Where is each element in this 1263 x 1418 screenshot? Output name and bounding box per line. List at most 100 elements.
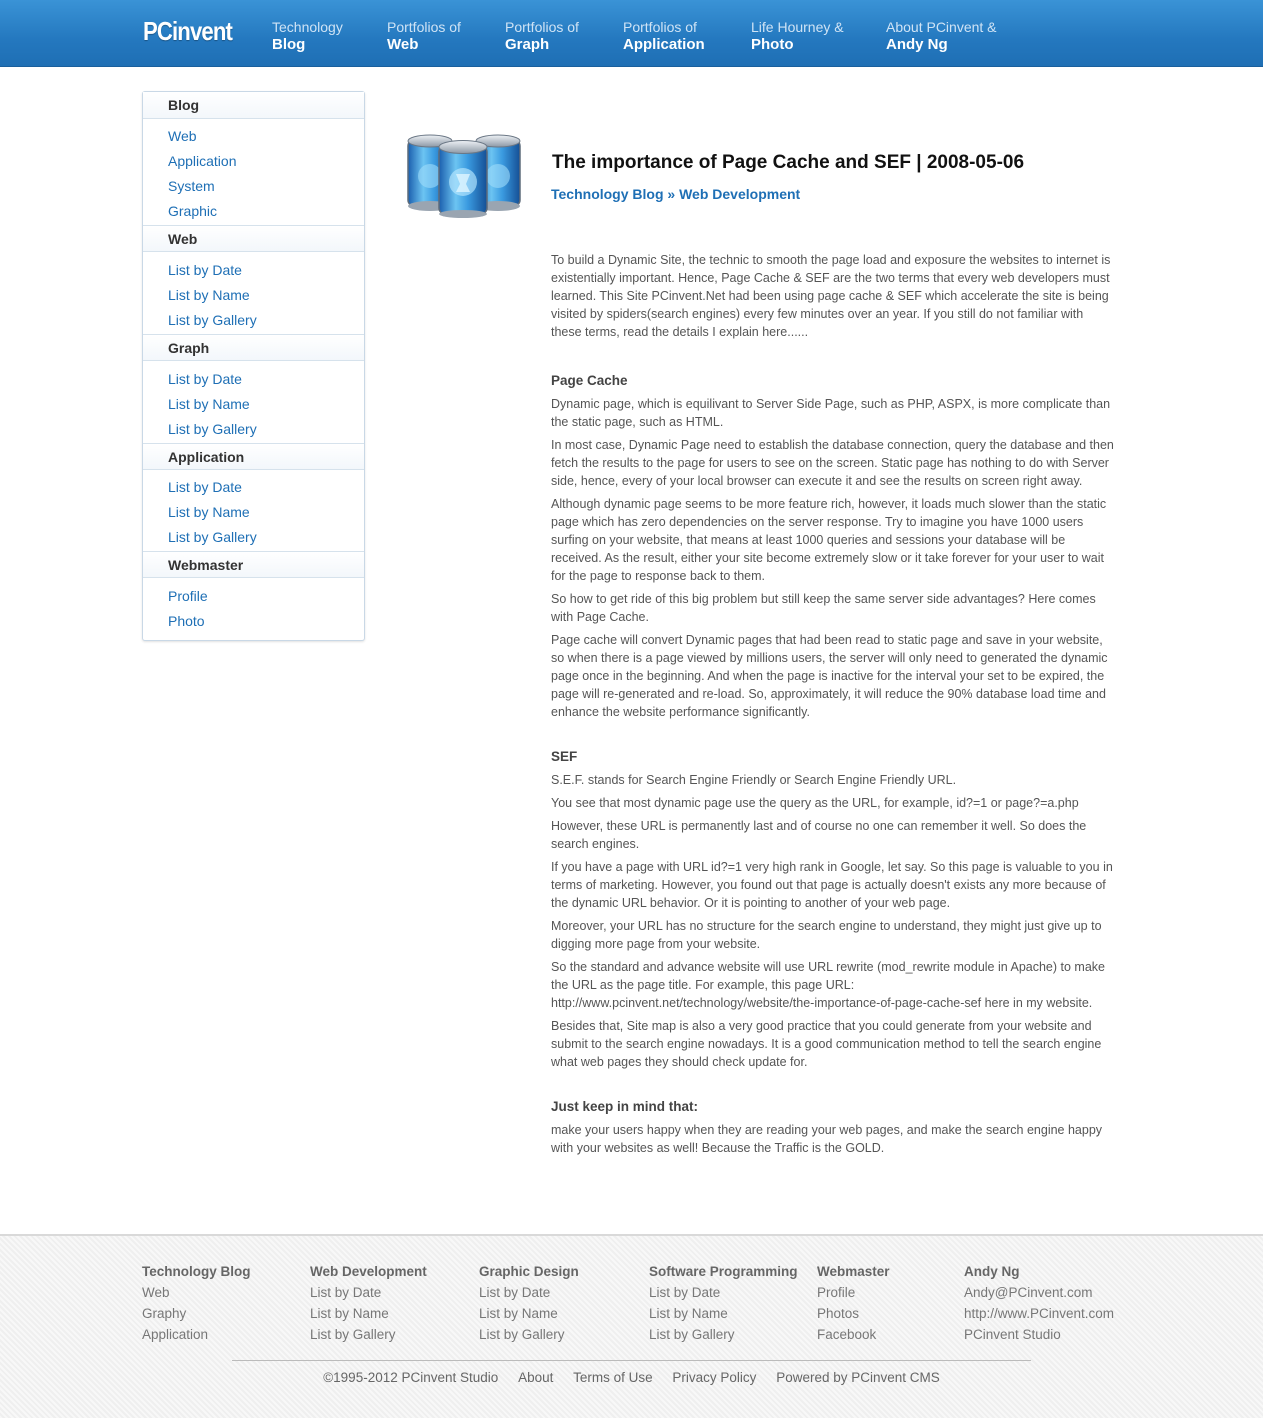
footer-link[interactable]: Profile (817, 1282, 890, 1303)
footer-link[interactable]: PCinvent Studio (964, 1324, 1114, 1345)
sidebar-link-web-gallery[interactable]: List by Gallery (168, 312, 257, 328)
nav-label-bottom: Application (623, 36, 705, 53)
sidebar-link-blog-system[interactable]: System (168, 178, 215, 194)
nav-label-top: Technology (272, 19, 343, 35)
sidebar-section-application: Application (143, 443, 364, 470)
top-header: PCinvent Technology Blog Portfolios of W… (0, 0, 1263, 67)
site-logo[interactable]: PCinvent (143, 16, 233, 47)
nav-life-photo[interactable]: Life Hourney & Photo (751, 19, 844, 54)
sidebar-link-graph-gallery[interactable]: List by Gallery (168, 421, 257, 437)
sidebar-link-application-gallery[interactable]: List by Gallery (168, 529, 257, 545)
nav-label-top: Portfolios of (387, 19, 461, 35)
cache-cans-icon (404, 132, 522, 218)
footer-link[interactable]: Photos (817, 1303, 890, 1324)
footer-link[interactable]: Application (142, 1324, 251, 1345)
breadcrumb-technology-blog[interactable]: Technology Blog (551, 186, 664, 202)
footer-column-graphic-design: Graphic Design List by Date List by Name… (479, 1261, 579, 1345)
footer-link[interactable]: List by Name (310, 1303, 427, 1324)
sidebar-link-application-date[interactable]: List by Date (168, 479, 242, 495)
footer-link[interactable]: List by Name (479, 1303, 579, 1324)
footer-heading: Webmaster (817, 1264, 890, 1279)
nav-label-bottom: Andy Ng (886, 36, 948, 53)
footer-column-software-programming: Software Programming List by Date List b… (649, 1261, 798, 1345)
paragraph: Although dynamic page seems to be more f… (551, 497, 1107, 583)
nav-label-top: Portfolios of (505, 19, 579, 35)
footer-powered-link[interactable]: Powered by PCinvent CMS (776, 1370, 940, 1385)
paragraph: You see that most dynamic page use the q… (551, 796, 1079, 810)
footer-link[interactable]: Facebook (817, 1324, 890, 1345)
paragraph: So the standard and advance website will… (551, 960, 1105, 1010)
paragraph: However, these URL is permanently last a… (551, 819, 1087, 851)
nav-about[interactable]: About PCinvent & Andy Ng (886, 19, 997, 54)
sidebar-link-web-name[interactable]: List by Name (168, 287, 250, 303)
sidebar-link-blog-graphic[interactable]: Graphic (168, 203, 217, 219)
footer-column-web-development: Web Development List by Date List by Nam… (310, 1261, 427, 1345)
sidebar-section-graph: Graph (143, 334, 364, 361)
sidebar-section-web: Web (143, 225, 364, 252)
paragraph: So how to get ride of this big problem b… (551, 592, 1096, 624)
paragraph: S.E.F. stands for Search Engine Friendly… (551, 773, 957, 787)
footer-column-andy-ng: Andy Ng Andy@PCinvent.com http://www.PCi… (964, 1261, 1114, 1345)
article-title: The importance of Page Cache and SEF | 2… (552, 152, 1025, 173)
section-heading-page-cache: Page Cache (551, 373, 628, 388)
footer-link[interactable]: List by Name (649, 1303, 798, 1324)
sidebar-section-webmaster: Webmaster (143, 551, 364, 578)
nav-technology-blog[interactable]: Technology Blog (272, 19, 343, 54)
breadcrumb-separator: » (663, 186, 680, 202)
sidebar-link-graph-name[interactable]: List by Name (168, 396, 250, 412)
paragraph: Besides that, Site map is also a very go… (551, 1019, 1102, 1069)
nav-label-top: About PCinvent & (886, 19, 997, 35)
footer-link[interactable]: Andy@PCinvent.com (964, 1282, 1114, 1303)
footer-link[interactable]: List by Date (649, 1282, 798, 1303)
footer-heading: Web Development (310, 1264, 427, 1279)
paragraph: If you have a page with URL id?=1 very h… (551, 860, 1113, 910)
footer-terms-link[interactable]: Terms of Use (573, 1370, 653, 1385)
nav-portfolio-application[interactable]: Portfolios of Application (623, 19, 705, 54)
paragraph: Dynamic page, which is equilivant to Ser… (551, 397, 1111, 429)
footer-link[interactable]: List by Gallery (479, 1324, 579, 1345)
footer-link[interactable]: List by Gallery (649, 1324, 798, 1345)
copyright-text: ©1995-2012 PCinvent Studio (323, 1370, 499, 1385)
paragraph: make your users happy when they are read… (551, 1123, 1103, 1155)
nav-portfolio-graph[interactable]: Portfolios of Graph (505, 19, 579, 54)
nav-portfolio-web[interactable]: Portfolios of Web (387, 19, 461, 54)
footer-privacy-link[interactable]: Privacy Policy (672, 1370, 756, 1385)
footer-column-technology-blog: Technology Blog Web Graphy Application (142, 1261, 251, 1345)
breadcrumb-web-development[interactable]: Web Development (679, 186, 800, 202)
sidebar-link-photo[interactable]: Photo (168, 613, 205, 629)
footer-link[interactable]: List by Date (479, 1282, 579, 1303)
sidebar-link-profile[interactable]: Profile (168, 588, 208, 604)
footer-heading: Andy Ng (964, 1264, 1020, 1279)
section-heading-keep-in-mind: Just keep in mind that: (551, 1099, 699, 1114)
nav-label-top: Portfolios of (623, 19, 697, 35)
nav-label-bottom: Photo (751, 36, 794, 53)
sidebar-link-graph-date[interactable]: List by Date (168, 371, 242, 387)
footer-link[interactable]: List by Gallery (310, 1324, 427, 1345)
footer-link[interactable]: Web (142, 1282, 251, 1303)
sidebar-link-application-name[interactable]: List by Name (168, 504, 250, 520)
footer-link[interactable]: http://www.PCinvent.com (964, 1303, 1114, 1324)
sidebar-link-blog-web[interactable]: Web (168, 128, 197, 144)
sidebar-link-web-date[interactable]: List by Date (168, 262, 242, 278)
paragraph: Page cache will convert Dynamic pages th… (551, 633, 1108, 719)
sidebar-section-blog: Blog (143, 92, 364, 119)
paragraph: In most case, Dynamic Page need to estab… (551, 438, 1114, 488)
footer-heading: Graphic Design (479, 1264, 579, 1279)
footer-about-link[interactable]: About (518, 1370, 553, 1385)
footer-divider (232, 1360, 1031, 1361)
footer-link[interactable]: List by Date (310, 1282, 427, 1303)
sidebar-link-blog-application[interactable]: Application (168, 153, 237, 169)
footer: Technology Blog Web Graphy Application W… (0, 1234, 1263, 1418)
section-heading-sef: SEF (551, 749, 578, 764)
paragraph: Moreover, your URL has no structure for … (551, 919, 1102, 951)
article-body: To build a Dynamic Site, the technic to … (551, 251, 1114, 1162)
sidebar: Blog Web Application System Graphic Web … (142, 91, 365, 641)
breadcrumb: Technology Blog » Web Development (551, 186, 800, 202)
nav-label-bottom: Graph (505, 36, 550, 53)
article-intro: To build a Dynamic Site, the technic to … (551, 253, 1111, 339)
nav-label-bottom: Web (387, 36, 419, 53)
nav-label-bottom: Blog (272, 36, 306, 53)
footer-heading: Technology Blog (142, 1264, 251, 1279)
footer-column-webmaster: Webmaster Profile Photos Facebook (817, 1261, 890, 1345)
footer-link[interactable]: Graphy (142, 1303, 251, 1324)
